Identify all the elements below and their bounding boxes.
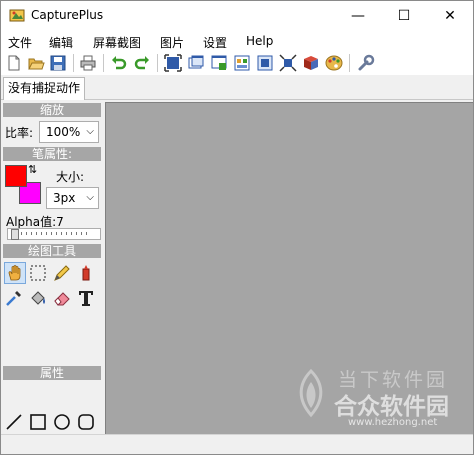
fill-bucket-icon[interactable] [28, 288, 48, 308]
toolbar-separator [349, 54, 350, 72]
ellipse-icon[interactable] [52, 412, 72, 432]
print-icon[interactable] [79, 54, 97, 72]
alpha-slider[interactable] [7, 228, 101, 240]
capture-fullscreen-icon[interactable] [164, 54, 182, 72]
app-logo-icon [9, 9, 25, 22]
maximize-button[interactable]: ☐ [381, 1, 427, 31]
pen-size-select[interactable]: 3px ⌵ [46, 187, 99, 209]
eraser-icon[interactable] [52, 288, 72, 308]
drawing-tools-header: 绘图工具 [3, 244, 101, 258]
properties-section-header: 属性 [3, 366, 101, 380]
menu-settings[interactable]: 设置 [203, 34, 227, 51]
rect-select-icon[interactable] [28, 263, 48, 283]
menu-image[interactable]: 图片 [160, 34, 184, 51]
slider-thumb[interactable] [11, 229, 19, 240]
ratio-label: 比率: [5, 126, 34, 140]
toolbar-separator [157, 54, 158, 72]
capture-object-icon[interactable] [233, 54, 251, 72]
title-bar: CapturePlus — ☐ ✕ [1, 1, 473, 31]
rectangle-icon[interactable] [28, 412, 48, 432]
new-file-icon[interactable] [5, 54, 23, 72]
watermark-logo-icon [299, 368, 323, 418]
rounded-rect-icon[interactable] [76, 412, 96, 432]
marker-icon[interactable] [76, 263, 96, 283]
app-window: CapturePlus — ☐ ✕ 文件 编辑 屏幕截图 图片 设置 Help [0, 0, 474, 455]
window-title: CapturePlus [31, 8, 104, 22]
zoom-ratio-select[interactable]: 100% ⌵ [39, 121, 99, 143]
chevron-down-icon: ⌵ [86, 192, 94, 203]
settings-wrench-icon[interactable] [357, 54, 375, 72]
tab-no-capture[interactable]: 没有捕捉动作 [3, 77, 85, 100]
image-canvas-area[interactable]: 当下软件园 合众软件园 www.hezhong.net [105, 102, 473, 435]
capture-region-icon[interactable] [210, 54, 228, 72]
menu-edit[interactable]: 编辑 [49, 34, 73, 51]
minimize-button[interactable]: — [335, 1, 381, 31]
save-icon[interactable] [49, 54, 67, 72]
primary-color-swatch[interactable] [5, 165, 27, 187]
undo-icon[interactable] [110, 54, 128, 72]
capture-freehand-icon[interactable] [279, 54, 297, 72]
toolbar-separator [73, 54, 74, 72]
slider-ticks [11, 232, 91, 235]
chevron-down-icon: ⌵ [86, 126, 94, 137]
eyedropper-icon[interactable] [4, 288, 24, 308]
redo-icon[interactable] [133, 54, 151, 72]
menu-bar: 文件 编辑 屏幕截图 图片 设置 Help [1, 31, 473, 51]
line-icon[interactable] [4, 412, 24, 432]
left-panel: 缩放 比率: 100% ⌵ 笔属性: ⇅ 大小: 3px ⌵ Alpha值:7 绘图… [1, 100, 103, 454]
open-folder-icon[interactable] [27, 54, 45, 72]
watermark-line2: 合众软件园 [334, 394, 449, 420]
status-bar [1, 434, 473, 454]
hand-pan-icon[interactable] [4, 262, 26, 284]
menu-file[interactable]: 文件 [8, 34, 32, 51]
pencil-icon[interactable] [52, 263, 72, 283]
capture-scroll-icon[interactable] [256, 54, 274, 72]
document-tabstrip: 没有捕捉动作 [1, 75, 473, 100]
menu-help[interactable]: Help [246, 34, 273, 48]
close-button[interactable]: ✕ [427, 1, 473, 31]
pen-section-header: 笔属性: [3, 147, 101, 161]
text-icon[interactable] [76, 288, 96, 308]
capture-window-icon[interactable] [187, 54, 205, 72]
zoom-section-header: 缩放 [3, 103, 101, 117]
capture-3d-icon[interactable] [302, 54, 320, 72]
size-label: 大小: [56, 170, 85, 184]
swap-colors-icon[interactable]: ⇅ [28, 163, 37, 176]
paint-palette-icon[interactable] [325, 54, 343, 72]
menu-screen-capture[interactable]: 屏幕截图 [93, 34, 141, 51]
toolbar [1, 51, 473, 75]
watermark-url: www.hezhong.net [348, 417, 438, 428]
toolbar-separator [103, 54, 104, 72]
